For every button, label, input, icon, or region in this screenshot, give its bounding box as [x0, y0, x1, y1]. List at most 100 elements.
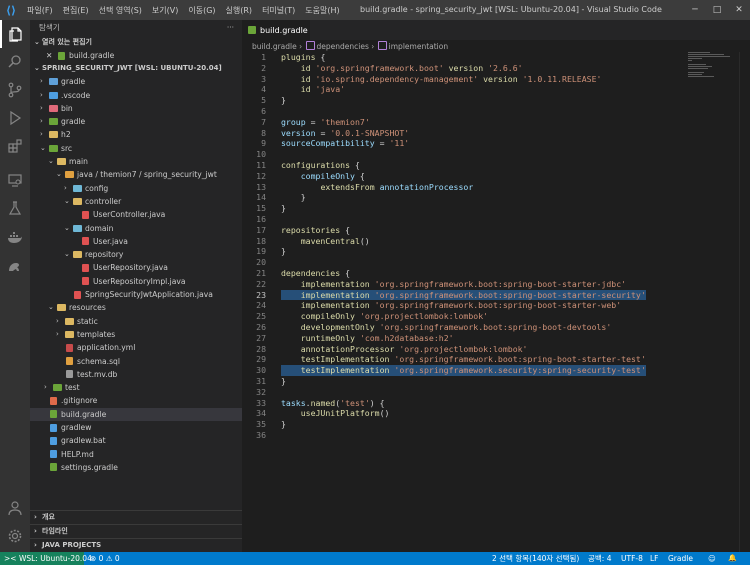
menu-run[interactable]: 실행(R)	[221, 5, 258, 16]
indentation-indicator[interactable]: 공백: 4	[588, 552, 611, 565]
code-line[interactable]: 35}	[242, 419, 750, 430]
tree-folder[interactable]: › bin	[30, 102, 242, 115]
problems-indicator[interactable]: ⊗ 0 ⚠ 0	[90, 552, 120, 565]
docker-icon[interactable]	[0, 224, 30, 252]
java-projects-header[interactable]: › JAVA PROJECTS	[30, 538, 242, 552]
tree-file[interactable]: settings.gradle	[30, 461, 242, 474]
code-line[interactable]: 1 plugins {	[242, 52, 750, 63]
selection-indicator[interactable]: 2 선택 항목(140자 선택됨)	[492, 552, 579, 565]
close-window-button[interactable]: ✕	[728, 0, 750, 20]
settings-gear-icon[interactable]	[0, 522, 30, 550]
menu-terminal[interactable]: 터미널(T)	[257, 5, 300, 16]
code-line[interactable]: 16	[242, 214, 750, 225]
code-line[interactable]: 31}	[242, 376, 750, 387]
tree-folder[interactable]: ⌄ resources	[30, 301, 242, 314]
code-line[interactable]: 5}	[242, 95, 750, 106]
code-line[interactable]: 27 runtimeOnly 'com.h2database:h2'	[242, 333, 750, 344]
code-line[interactable]: 25 compileOnly 'org.projectlombok:lombok…	[242, 311, 750, 322]
code-line[interactable]: 4 id 'java'	[242, 84, 750, 95]
breadcrumb-file[interactable]: build.gradle	[252, 42, 297, 51]
code-line[interactable]: 28 annotationProcessor 'org.projectlombo…	[242, 344, 750, 355]
tree-folder[interactable]: › test	[30, 381, 242, 394]
gradle-icon[interactable]	[0, 252, 30, 280]
tree-file[interactable]: .gitignore	[30, 394, 242, 407]
tree-file[interactable]: User.java	[30, 235, 242, 248]
project-header[interactable]: ⌄ SPRING_SECURITY_JWT [WSL: UBUNTU-20.04]	[30, 62, 242, 75]
code-line[interactable]: 22 implementation 'org.springframework.b…	[242, 279, 750, 290]
tree-folder[interactable]: › .vscode	[30, 89, 242, 102]
code-line[interactable]: 33 tasks.named('test') {	[242, 398, 750, 409]
code-line[interactable]: 7 group = 'themion7'	[242, 117, 750, 128]
code-line[interactable]: 10	[242, 149, 750, 160]
code-line[interactable]: 9 sourceCompatibility = '11'	[242, 138, 750, 149]
eol-indicator[interactable]: LF	[650, 552, 659, 565]
tree-folder[interactable]: › templates	[30, 328, 242, 341]
code-line[interactable]: 19}	[242, 246, 750, 257]
tree-file[interactable]: application.yml	[30, 341, 242, 354]
code-line[interactable]: 36	[242, 430, 750, 441]
code-line[interactable]: 32	[242, 387, 750, 398]
encoding-indicator[interactable]: UTF-8	[621, 552, 643, 565]
language-indicator[interactable]: Gradle	[668, 552, 693, 565]
tree-folder[interactable]: › h2	[30, 128, 242, 141]
tree-folder[interactable]: ⌄ controller	[30, 195, 242, 208]
account-icon[interactable]	[0, 494, 30, 522]
tree-folder[interactable]: ⌄ domain	[30, 222, 242, 235]
tree-folder[interactable]: › gradle	[30, 75, 242, 88]
code-line[interactable]: 17 repositories {	[242, 225, 750, 236]
tree-file[interactable]: schema.sql	[30, 355, 242, 368]
code-line[interactable]: 6	[242, 106, 750, 117]
tree-folder[interactable]: › config	[30, 182, 242, 195]
tree-file[interactable]: UserRepository.java	[30, 261, 242, 274]
menu-file[interactable]: 파일(F)	[22, 5, 58, 16]
code-line[interactable]: 18 mavenCentral()	[242, 236, 750, 247]
code-line[interactable]: 20	[242, 257, 750, 268]
extensions-icon[interactable]	[0, 132, 30, 160]
tree-file[interactable]: SpringSecurityJwtApplication.java	[30, 288, 242, 301]
remote-indicator[interactable]: >< WSL: Ubuntu-20.04	[0, 552, 92, 565]
code-line[interactable]: 11 configurations {	[242, 160, 750, 171]
tree-folder[interactable]: ⌄ src	[30, 142, 242, 155]
code-line[interactable]: 12 compileOnly {	[242, 171, 750, 182]
code-line[interactable]: 23 implementation 'org.springframework.b…	[242, 289, 750, 301]
feedback-icon[interactable]: ☺	[708, 552, 716, 565]
tree-folder[interactable]: › static	[30, 315, 242, 328]
tree-file[interactable]: test.mv.db	[30, 368, 242, 381]
code-editor[interactable]: 1 plugins {2 id 'org.springframework.boot…	[242, 52, 750, 441]
tree-folder[interactable]: ⌄ main	[30, 155, 242, 168]
tab-build-gradle[interactable]: build.gradle	[242, 20, 310, 40]
breadcrumb-dependencies[interactable]: dependencies	[317, 42, 369, 51]
code-line[interactable]: 13 extendsFrom annotationProcessor	[242, 182, 750, 193]
code-line[interactable]: 30 testImplementation 'org.springframewo…	[242, 365, 750, 376]
source-control-icon[interactable]	[0, 76, 30, 104]
timeline-header[interactable]: › 타임라인	[30, 524, 242, 538]
code-line[interactable]: 14 }	[242, 192, 750, 203]
maximize-button[interactable]: □	[706, 0, 728, 20]
menu-selection[interactable]: 선택 영역(S)	[94, 5, 147, 16]
minimap[interactable]	[688, 52, 736, 92]
tree-file[interactable]: UserController.java	[30, 208, 242, 221]
code-line[interactable]: 24 implementation 'org.springframework.b…	[242, 300, 750, 311]
menu-view[interactable]: 보기(V)	[147, 5, 183, 16]
search-icon[interactable]	[0, 48, 30, 76]
run-debug-icon[interactable]	[0, 104, 30, 132]
tree-file[interactable]: gradlew.bat	[30, 434, 242, 447]
open-editor-item[interactable]: ✕ build.gradle	[30, 49, 242, 62]
tree-file[interactable]: HELP.md	[30, 448, 242, 461]
menu-go[interactable]: 이동(G)	[183, 5, 220, 16]
tree-file[interactable]: UserRepositoryImpl.java	[30, 275, 242, 288]
breadcrumb-implementation[interactable]: implementation	[389, 42, 448, 51]
outline-header[interactable]: › 개요	[30, 510, 242, 524]
minimize-button[interactable]: ─	[684, 0, 706, 20]
tree-folder[interactable]: ⌄ java / themion7 / spring_security_jwt	[30, 168, 242, 181]
open-editors-header[interactable]: ⌄ 열려 있는 편집기	[30, 36, 242, 49]
code-line[interactable]: 2 id 'org.springframework.boot' version …	[242, 63, 750, 74]
editor-scrollbar[interactable]	[739, 52, 750, 552]
tree-folder[interactable]: › gradle	[30, 115, 242, 128]
code-line[interactable]: 21 dependencies {	[242, 268, 750, 279]
code-line[interactable]: 8 version = '0.0.1-SNAPSHOT'	[242, 128, 750, 139]
code-line[interactable]: 26 developmentOnly 'org.springframework.…	[242, 322, 750, 333]
code-line[interactable]: 15}	[242, 203, 750, 214]
more-actions-icon[interactable]: ···	[227, 20, 234, 36]
menu-edit[interactable]: 편집(E)	[58, 5, 94, 16]
